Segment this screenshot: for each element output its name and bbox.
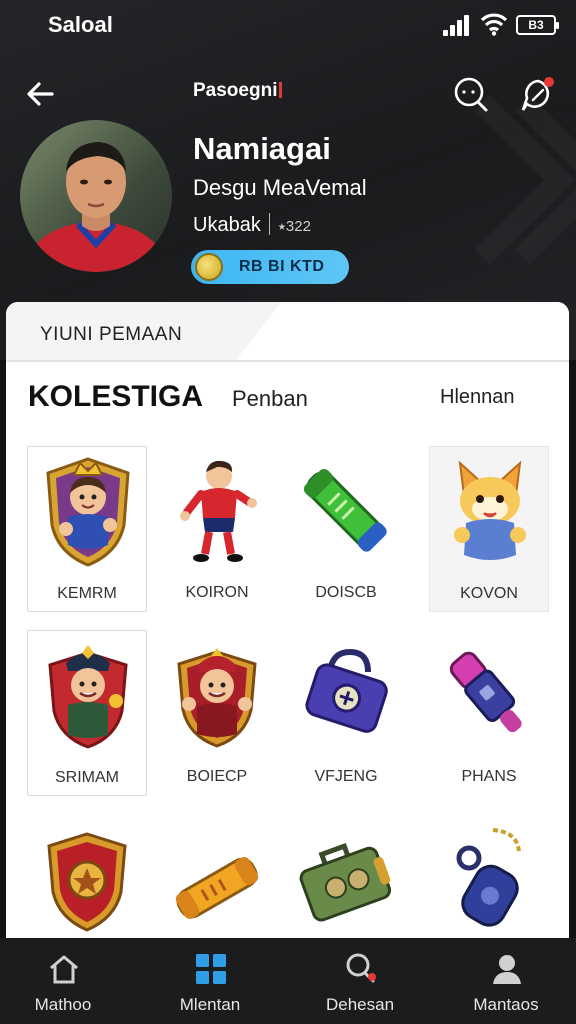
tab-collection[interactable]: KOLESTIGA — [28, 380, 203, 414]
item-label: KOVON — [460, 585, 518, 602]
item-label: VFJENG — [314, 768, 378, 785]
profile-subtitle: Desgu MeaVemal — [193, 175, 367, 200]
shield-hero-icon — [46, 457, 130, 567]
police-hero-icon — [48, 645, 128, 749]
collection-item[interactable] — [157, 816, 277, 942]
rank-badge-label: RB BI KTD — [239, 258, 325, 275]
collection-item[interactable]: DOISCB — [286, 446, 406, 612]
item-label: KEMRM — [57, 585, 117, 602]
profile-meta-label: Ukabak — [193, 214, 261, 236]
collection-item[interactable]: BOIECP — [157, 630, 277, 796]
person-icon — [493, 955, 521, 984]
search-people-icon — [346, 953, 376, 983]
item-label: SRIMAM — [55, 769, 119, 786]
profile-name: Namiagai — [193, 131, 331, 166]
chat-icon[interactable] — [519, 74, 557, 114]
home-icon — [50, 955, 78, 984]
nav-item-search[interactable]: Dehesan — [288, 938, 432, 1024]
soccer-player-icon — [180, 460, 257, 562]
grid-icon — [196, 954, 226, 984]
collection-item[interactable] — [429, 816, 549, 942]
collection-item[interactable] — [286, 816, 406, 942]
tab-third[interactable]: Hlennan — [440, 386, 515, 409]
collection-item[interactable]: KOVON — [429, 446, 549, 612]
wifi-icon — [480, 13, 508, 36]
nav-item-home[interactable]: Mathoo — [0, 938, 135, 1024]
purple-bag-icon — [305, 648, 388, 733]
collection-item[interactable]: KOIRON — [157, 446, 277, 612]
blue-keychain-icon — [456, 828, 521, 927]
red-hero-icon — [177, 648, 257, 748]
status-bar: Saloal B3 — [0, 0, 576, 52]
nav-label: Dehesan — [325, 995, 395, 1014]
green-case-icon — [299, 842, 392, 922]
search-icon[interactable] — [452, 74, 490, 114]
collection-item[interactable]: PHANS — [429, 630, 549, 796]
notification-dot — [279, 82, 283, 98]
nav-label: Mlentan — [179, 995, 241, 1014]
nav-item-profile[interactable]: Mantaos — [434, 938, 576, 1024]
carrier-name: Saloal — [48, 12, 113, 37]
signal-icon — [443, 14, 471, 36]
nav-item-collection[interactable]: Mlentan — [138, 938, 282, 1024]
nav-label: Mantaos — [473, 995, 539, 1014]
back-arrow-icon[interactable] — [22, 76, 58, 112]
collection-item[interactable]: VFJENG — [286, 630, 406, 796]
panel-header: YIUNI PEMAAN — [6, 302, 569, 360]
collection-item[interactable] — [27, 816, 147, 942]
item-label: BOIECP — [186, 768, 248, 785]
avatar[interactable] — [20, 120, 172, 272]
fox-mascot-icon — [454, 460, 526, 560]
bottom-nav: Mathoo Mlentan Dehesan Mantaos — [0, 938, 576, 1024]
panel-title: YIUNI PEMAAN — [40, 324, 183, 345]
collection-panel: YIUNI PEMAAN KOLESTIGA Penban Hlennan KE… — [6, 302, 569, 942]
green-tube-icon — [303, 468, 387, 552]
profile-meta: Ukabak ⭑322 — [193, 213, 311, 237]
nav-title: Pasoegni — [193, 80, 283, 102]
gold-tube-icon — [175, 857, 259, 919]
item-label: PHANS — [461, 768, 517, 785]
profile-rating: ⭑322 — [277, 218, 311, 235]
collection-item[interactable]: KEMRM — [27, 446, 147, 612]
collection-item[interactable]: SRIMAM — [27, 630, 147, 796]
item-label: KOIRON — [185, 584, 249, 601]
red-shield-icon — [47, 832, 127, 932]
tab-second[interactable]: Penban — [232, 386, 308, 412]
item-label: DOISCB — [315, 584, 377, 601]
rank-badge[interactable]: RB BI KTD — [191, 250, 349, 284]
battery-icon: B3 — [516, 15, 559, 35]
coin-icon — [195, 253, 223, 281]
avatar-photo — [30, 142, 162, 272]
nav-label: Mathoo — [34, 995, 92, 1014]
purple-flashlight-icon — [449, 651, 522, 733]
